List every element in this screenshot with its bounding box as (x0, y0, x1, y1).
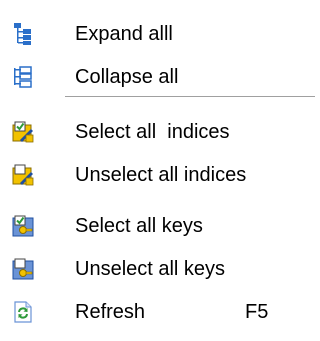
menu-item-label: Refresh (75, 301, 146, 323)
select-keys-icon (11, 214, 35, 238)
menu-item-label: Select all indices (75, 121, 230, 143)
menu-item-label: Select all keys (75, 215, 203, 237)
select-indices-icon (11, 120, 35, 144)
tree-collapse-icon (11, 65, 35, 89)
refresh-icon (11, 300, 35, 324)
menu-item-shortcut: F5 (245, 301, 269, 323)
menu-item-label: Unselect all keys (75, 258, 226, 280)
tree-expand-icon (11, 22, 35, 46)
unselect-keys-icon (11, 257, 35, 281)
menu-item-unselect-all-indices[interactable]: Unselect all indices (0, 155, 320, 195)
context-menu: Expand alll Collapse all Select all indi… (0, 0, 320, 341)
menu-item-label: Unselect all indices (75, 164, 247, 186)
menu-item-label: Collapse all (75, 66, 179, 88)
menu-separator (65, 96, 315, 98)
menu-item-select-all-indices[interactable]: Select all indices (0, 112, 320, 152)
menu-item-label: Expand alll (75, 23, 173, 45)
menu-item-refresh[interactable]: Refresh F5 (0, 292, 320, 332)
menu-item-unselect-all-keys[interactable]: Unselect all keys (0, 249, 320, 289)
menu-item-expand-all[interactable]: Expand alll (0, 14, 320, 54)
menu-item-select-all-keys[interactable]: Select all keys (0, 206, 320, 246)
unselect-indices-icon (11, 163, 35, 187)
menu-item-collapse-all[interactable]: Collapse all (0, 57, 320, 97)
